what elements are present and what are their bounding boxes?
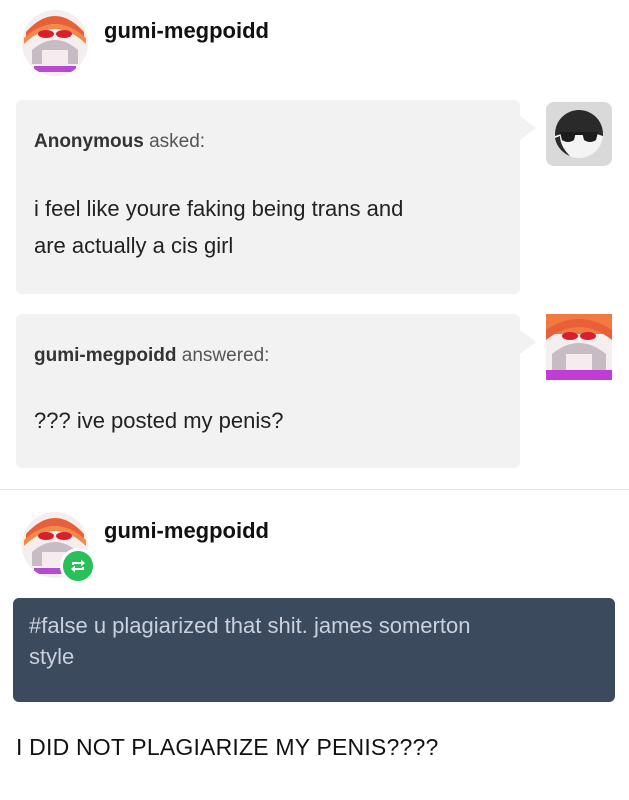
answerer-avatar[interactable] xyxy=(546,314,612,380)
answerer-verb: answered: xyxy=(181,345,270,366)
answer-text: ??? ive posted my penis? xyxy=(34,408,284,433)
reblogger-name[interactable]: gumi-megpoidd xyxy=(104,518,269,544)
post-author-name[interactable]: gumi-megpoidd xyxy=(104,18,269,44)
question-line-1: i feel like youre faking being trans and xyxy=(34,196,404,221)
anonymous-avatar[interactable] xyxy=(546,102,612,166)
reblog-badge xyxy=(60,548,96,584)
asker-verb: asked: xyxy=(149,131,206,152)
answerer-name[interactable]: gumi-megpoidd xyxy=(34,345,176,366)
sunglasses-face-icon xyxy=(555,110,603,158)
question-line-2: are actually a cis girl xyxy=(34,233,234,258)
answerer-line: gumi-megpoidd answered: xyxy=(34,345,269,367)
asker-line: Anonymous asked: xyxy=(34,131,205,153)
answer-bubble: gumi-megpoidd answered: ??? ive posted m… xyxy=(16,314,520,468)
ask-bubble: Anonymous asked: i feel like youre fakin… xyxy=(16,100,520,294)
tags-line-1: #false u plagiarized that shit. james so… xyxy=(29,613,471,638)
meme-caption: I DID NOT PLAGIARIZE MY PENIS???? xyxy=(16,734,439,760)
answer-bubble-tail xyxy=(520,330,536,354)
reblog-divider xyxy=(0,489,629,490)
reblog-tags[interactable]: #false u plagiarized that shit. james so… xyxy=(29,610,470,672)
question-text: i feel like youre faking being trans and… xyxy=(34,190,403,264)
ask-bubble-tail xyxy=(520,116,536,140)
asker-name[interactable]: Anonymous xyxy=(34,131,144,152)
tags-line-2: style xyxy=(29,644,75,669)
author-avatar[interactable] xyxy=(22,10,88,76)
reblog-arrows-icon xyxy=(71,559,85,573)
anime-avatar-image xyxy=(546,314,612,380)
anime-avatar-image xyxy=(22,10,88,76)
reblog-tags-box: #false u plagiarized that shit. james so… xyxy=(13,598,615,702)
